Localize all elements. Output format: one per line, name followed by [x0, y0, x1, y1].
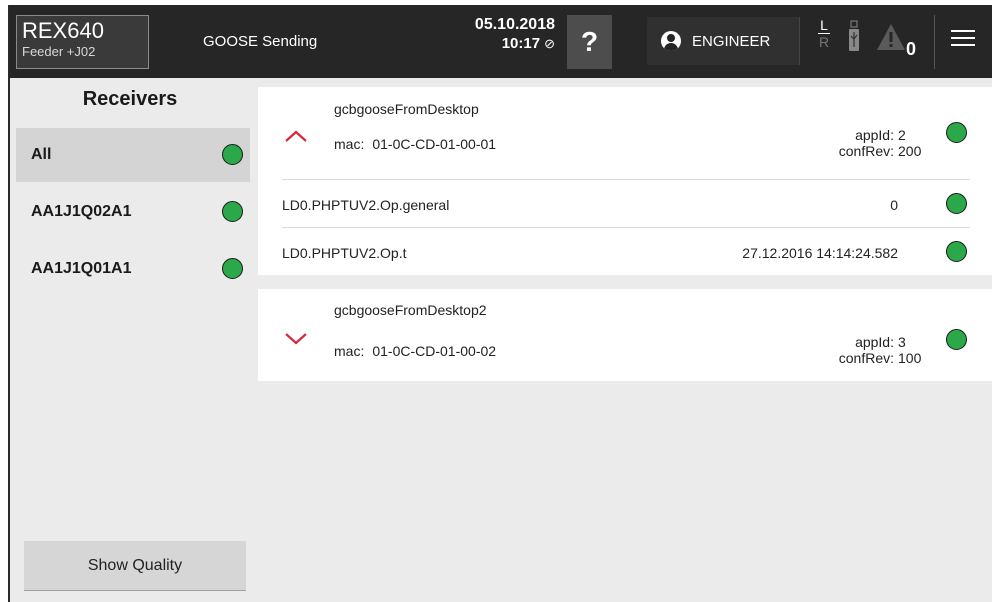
signal-name: LD0.PHPTUV2.Op.general — [282, 197, 450, 213]
sidebar-item-all[interactable]: All — [16, 128, 250, 182]
sidebar-title: Receivers — [82, 88, 178, 110]
sidebar-item-label: AA1J1Q01A1 — [31, 260, 132, 277]
clock-sync-off-icon: ⊘ — [544, 36, 555, 51]
sidebar-item-label: AA1J1Q02A1 — [31, 203, 132, 220]
chevron-down-icon[interactable] — [284, 331, 308, 345]
time-display: 10:17 ⊘ — [430, 35, 555, 53]
signal-value: 27.12.2016 14:14:24.582 — [742, 245, 898, 261]
divider — [282, 179, 970, 180]
status-ok-icon — [222, 144, 243, 165]
page-title: GOOSE Sending — [203, 33, 318, 50]
usb-icon — [848, 19, 860, 55]
time-value: 10:17 — [501, 35, 541, 52]
local-label: L — [818, 17, 830, 34]
local-remote-indicator[interactable]: L R — [818, 17, 830, 50]
mac-label: mac: — [334, 136, 365, 152]
user-role-label: ENGINEER — [692, 33, 771, 50]
remote-label: R — [818, 34, 830, 50]
sidebar-item-label: All — [31, 146, 52, 163]
status-ok-icon — [946, 241, 967, 262]
show-quality-button[interactable]: Show Quality — [24, 541, 246, 591]
top-bar: REX640 Feeder +J02 GOOSE Sending 05.10.2… — [10, 5, 992, 78]
goose-control-block-name: gcbgooseFromDesktop — [334, 101, 479, 117]
device-name: REX640 — [22, 18, 104, 43]
receivers-sidebar: Receivers All AA1J1Q02A1 AA1J1Q01A1 Show… — [10, 78, 250, 602]
status-ok-icon — [946, 329, 967, 350]
user-button[interactable]: ENGINEER — [647, 17, 800, 65]
mac-value: 01-0C-CD-01-00-02 — [372, 343, 497, 359]
goose-control-block-name: gcbgooseFromDesktop2 — [334, 302, 487, 318]
warning-count: 0 — [906, 39, 917, 59]
hamburger-menu-icon[interactable] — [947, 25, 981, 55]
user-icon — [661, 31, 681, 51]
device-subtitle: Feeder +J02 — [22, 44, 96, 59]
mac-address: mac: 01-0C-CD-01-00-01 — [334, 136, 496, 152]
confrev-label: confRev: — [838, 143, 894, 159]
mac-label: mac: — [334, 343, 365, 359]
sidebar-item-aa1j1q01a1[interactable]: AA1J1Q01A1 — [16, 242, 250, 296]
goose-block: gcbgooseFromDesktop2 mac: 01-0C-CD-01-00-… — [258, 289, 992, 381]
device-identity[interactable]: REX640 Feeder +J02 — [16, 15, 149, 69]
appid-value: 2 — [898, 127, 906, 143]
divider — [282, 227, 970, 228]
header-divider — [934, 15, 935, 69]
status-ok-icon — [222, 258, 243, 279]
status-ok-icon — [946, 193, 967, 214]
date-display: 05.10.2018 — [474, 16, 555, 33]
goose-block: gcbgooseFromDesktop mac: 01-0C-CD-01-00-0… — [258, 87, 992, 275]
appid-label: appId: — [855, 127, 894, 143]
sidebar-item-aa1j1q02a1[interactable]: AA1J1Q02A1 — [16, 185, 250, 239]
warning-icon[interactable] — [876, 23, 910, 57]
goose-meta: appId: 2 confRev: 200 — [839, 127, 934, 159]
mac-address: mac: 01-0C-CD-01-00-02 — [334, 343, 496, 359]
confrev-value: 200 — [898, 143, 922, 159]
status-ok-icon — [222, 201, 243, 222]
status-ok-icon — [946, 122, 967, 143]
appid-value: 3 — [898, 334, 906, 350]
signal-name: LD0.PHPTUV2.Op.t — [282, 245, 407, 261]
appid-label: appId: — [855, 334, 894, 350]
chevron-up-icon[interactable] — [284, 129, 308, 143]
confrev-label: confRev: — [838, 350, 894, 366]
app-frame: REX640 Feeder +J02 GOOSE Sending 05.10.2… — [8, 5, 992, 602]
confrev-value: 100 — [898, 350, 922, 366]
goose-meta: appId: 3 confRev: 100 — [839, 334, 934, 366]
mac-value: 01-0C-CD-01-00-01 — [372, 136, 497, 152]
signal-value: 0 — [890, 197, 898, 213]
help-button[interactable]: ? — [567, 15, 612, 69]
